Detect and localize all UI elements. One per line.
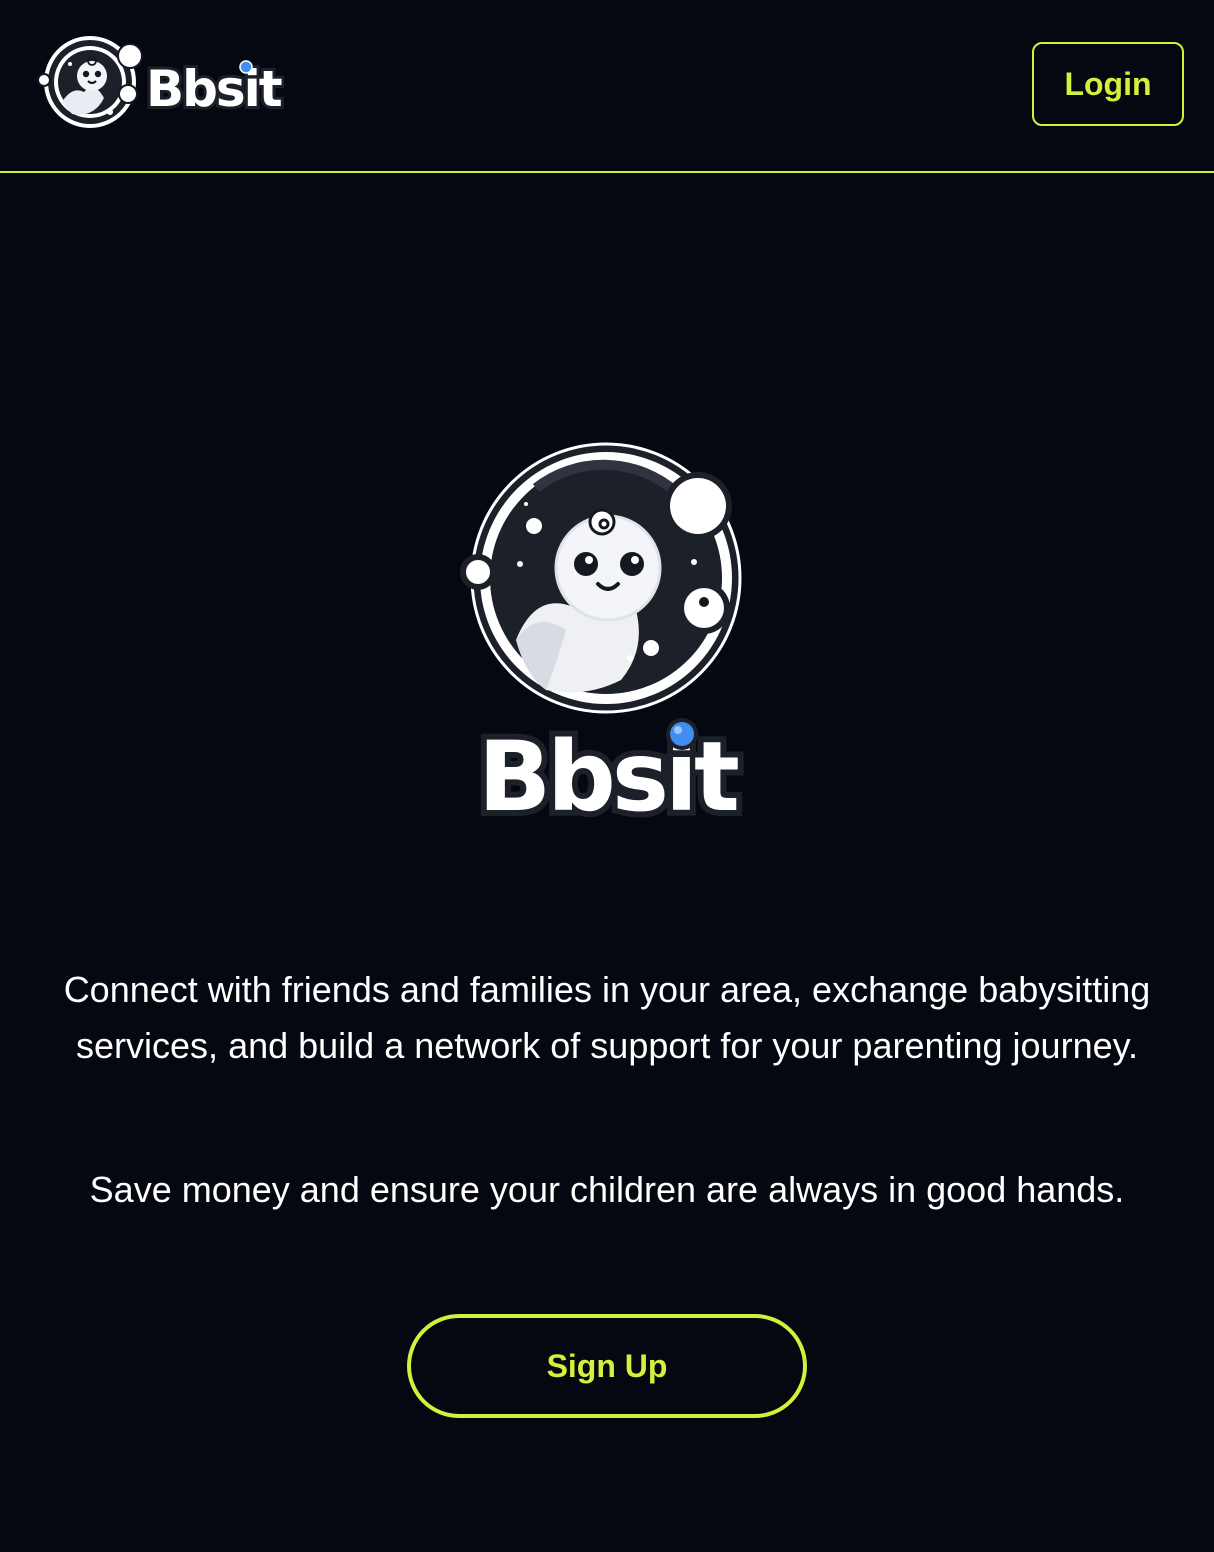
hero-tagline: Connect with friends and families in you… xyxy=(63,969,1151,1066)
hero-logo: Bbsit xyxy=(446,440,766,850)
hero-logo-graphic: Bbsit xyxy=(460,442,748,839)
brand-logo-graphic: Bbsit xyxy=(37,36,287,128)
landing-page: Bbsit Login Bbsit Connect with friends a… xyxy=(0,0,1214,1552)
brand-logo[interactable]: Bbsit xyxy=(32,30,287,136)
login-button[interactable]: Login xyxy=(1032,42,1184,126)
brand-wordmark: Bbsit xyxy=(146,60,282,118)
signup-button[interactable]: Sign Up xyxy=(407,1314,807,1418)
hero-wordmark: Bbsit xyxy=(478,721,738,833)
top-header: Bbsit Login xyxy=(0,0,1214,173)
hero-subtagline: Save money and ensure your children are … xyxy=(89,1169,1125,1210)
